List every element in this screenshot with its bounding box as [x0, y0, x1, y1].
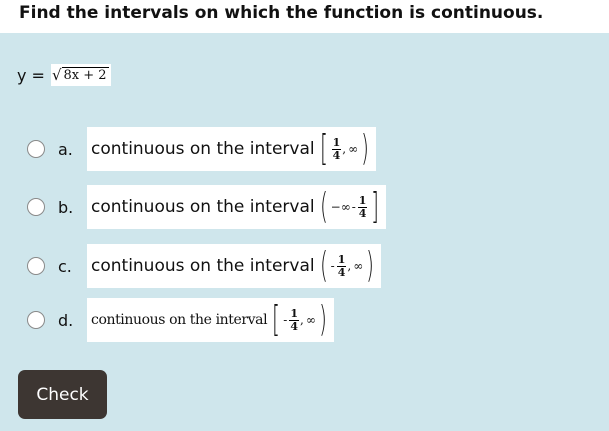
left-bracket: (	[319, 245, 328, 286]
fraction-denominator: 4	[358, 206, 367, 220]
fraction-denominator: 4	[332, 148, 341, 162]
check-button[interactable]: Check	[18, 370, 107, 419]
option-letter: c.	[58, 256, 72, 276]
radio-button-a[interactable]	[27, 140, 45, 158]
minus-sign: -	[283, 313, 288, 327]
radical-sign: √	[51, 66, 62, 84]
option-d[interactable]: d. continuous on the interval [ - 1 4 , …	[27, 296, 334, 344]
interval-expression: [ 1 4 , ∞ )	[317, 129, 373, 169]
fraction: 1 4	[289, 306, 299, 333]
infinity: ∞	[353, 259, 364, 273]
interval-expression: ( −∞ - 1 4 ]	[317, 187, 383, 227]
option-letter: b.	[58, 197, 74, 217]
minus-sign: -	[351, 200, 356, 214]
fraction-numerator: 1	[336, 252, 347, 267]
fraction-numerator: 1	[331, 135, 342, 150]
fraction: 1 4	[331, 135, 342, 162]
comma: ,	[299, 313, 304, 327]
right-bracket: )	[366, 245, 375, 286]
option-text: continuous on the interval	[91, 256, 315, 276]
question-title: Find the intervals on which the function…	[19, 3, 544, 23]
fraction-denominator: 4	[337, 265, 346, 279]
option-b[interactable]: b. continuous on the interval ( −∞ - 1 4…	[27, 183, 387, 231]
option-answer-image: continuous on the interval [ 1 4 , ∞ )	[87, 127, 377, 171]
option-letter: d.	[58, 310, 74, 330]
left-bracket: [	[272, 299, 281, 340]
equation-lhs: y =	[17, 65, 45, 85]
comma: ,	[342, 142, 347, 156]
comma: ,	[347, 259, 352, 273]
right-bracket: )	[318, 299, 327, 340]
option-text: continuous on the interval	[91, 312, 268, 328]
right-bracket: ]	[371, 186, 380, 227]
fraction-denominator: 4	[290, 319, 298, 333]
radio-button-d[interactable]	[27, 311, 45, 329]
header-bar: Find the intervals on which the function…	[0, 0, 609, 33]
function-equation: y = √ 8x + 2	[17, 63, 111, 87]
option-c[interactable]: c. continuous on the interval ( - 1 4 , …	[27, 242, 382, 290]
fraction: 1 4	[357, 193, 368, 220]
equation-image: √ 8x + 2	[50, 64, 111, 86]
option-letter: a.	[58, 139, 73, 159]
option-text: continuous on the interval	[91, 139, 315, 159]
option-answer-image: continuous on the interval ( −∞ - 1 4 ]	[87, 185, 387, 229]
infinity: ∞	[305, 313, 316, 327]
option-a[interactable]: a. continuous on the interval [ 1 4 , ∞ …	[27, 125, 377, 173]
option-answer-image: continuous on the interval ( - 1 4 , ∞ )	[87, 244, 382, 288]
left-bracket: (	[319, 186, 328, 227]
fraction-numerator: 1	[289, 306, 299, 321]
negative-infinity: −∞	[330, 200, 351, 214]
option-text: continuous on the interval	[91, 197, 315, 217]
interval-expression: [ - 1 4 , ∞ )	[269, 300, 330, 340]
infinity: ∞	[348, 142, 359, 156]
right-bracket: )	[361, 128, 370, 169]
minus-sign: -	[330, 259, 335, 273]
radicand: 8x + 2	[61, 67, 109, 83]
option-answer-image: continuous on the interval [ - 1 4 , ∞ )	[87, 298, 334, 342]
left-bracket: [	[319, 128, 328, 169]
fraction-numerator: 1	[357, 193, 368, 208]
radio-button-c[interactable]	[27, 257, 45, 275]
radio-button-b[interactable]	[27, 198, 45, 216]
fraction: 1 4	[336, 252, 347, 279]
interval-expression: ( - 1 4 , ∞ )	[317, 246, 378, 286]
